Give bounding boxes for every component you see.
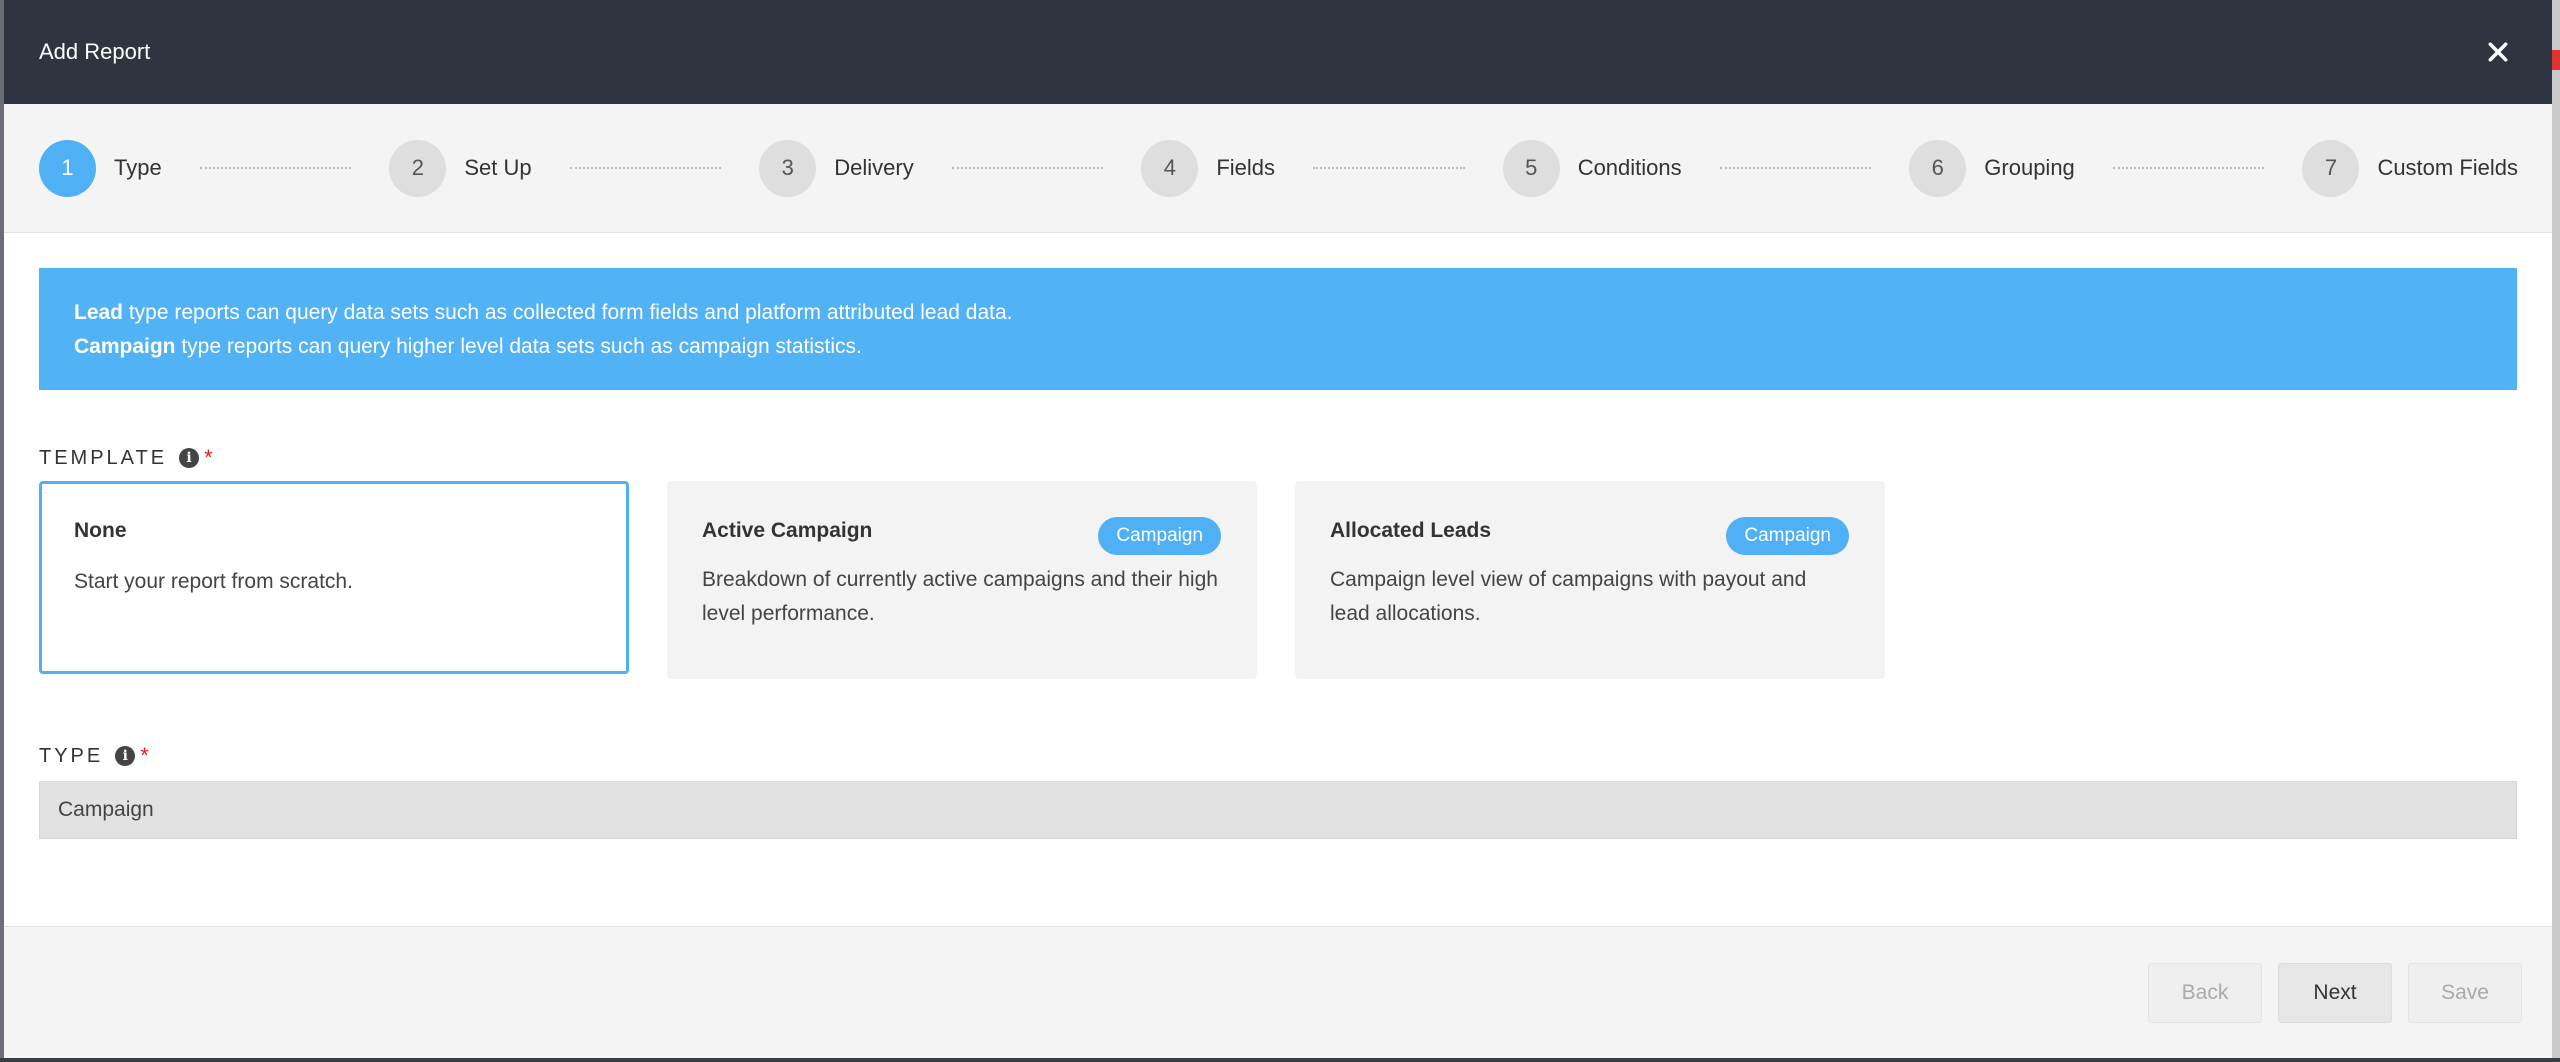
add-report-modal: Add Report 1 Type 2 Set Up 3 Delivery 4 … <box>4 0 2552 1058</box>
next-button[interactable]: Next <box>2278 962 2392 1023</box>
card-description: Campaign level view of campaigns with pa… <box>1330 568 1807 625</box>
info-banner: Lead type reports can query data sets su… <box>39 268 2517 390</box>
type-label: TYPE i * <box>39 743 2517 769</box>
step-custom-fields[interactable]: 7 Custom Fields <box>2302 139 2519 197</box>
step-label: Fields <box>1216 155 1276 180</box>
campaign-badge: Campaign <box>1726 517 1849 555</box>
step-connector <box>1719 167 1872 169</box>
step-number: 5 <box>1502 139 1560 197</box>
step-number: 1 <box>39 139 96 197</box>
template-label: TEMPLATE i * <box>39 445 2517 471</box>
template-card-active-campaign[interactable]: Active Campaign Campaign Breakdown of cu… <box>667 481 1257 679</box>
step-delivery[interactable]: 3 Delivery <box>759 139 914 197</box>
modal-title: Add Report <box>39 39 151 64</box>
info-line-campaign: Campaign type reports can query higher l… <box>74 330 2482 364</box>
template-card-none[interactable]: None Start your report from scratch. <box>39 481 629 674</box>
template-label-text: TEMPLATE <box>39 446 168 469</box>
step-grouping[interactable]: 6 Grouping <box>1909 139 2075 197</box>
step-connector <box>569 167 722 169</box>
step-label: Custom Fields <box>2377 155 2519 180</box>
close-icon <box>2488 42 2508 62</box>
info-icon[interactable]: i <box>179 448 200 468</box>
backdrop <box>0 1058 2560 1062</box>
modal-body: Lead type reports can query data sets su… <box>4 233 2552 839</box>
step-number: 3 <box>759 139 817 197</box>
info-lead-text: type reports can query data sets such as… <box>123 301 1013 324</box>
step-number: 4 <box>1141 139 1199 197</box>
step-number: 7 <box>2302 139 2360 197</box>
info-campaign-text: type reports can query higher level data… <box>175 335 862 358</box>
step-connector <box>1313 167 1465 169</box>
close-button[interactable] <box>2478 32 2518 72</box>
required-mark: * <box>204 445 213 470</box>
modal-header: Add Report <box>4 0 2552 104</box>
step-number: 6 <box>1909 139 1967 197</box>
required-mark: * <box>140 743 149 768</box>
step-fields[interactable]: 4 Fields <box>1141 139 1276 197</box>
type-label-text: TYPE <box>39 744 104 767</box>
card-description: Start your report from scratch. <box>74 570 353 593</box>
campaign-badge: Campaign <box>1098 517 1221 555</box>
info-lead-bold: Lead <box>74 301 124 324</box>
template-options: None Start your report from scratch. Act… <box>39 481 2517 679</box>
step-label: Conditions <box>1577 155 1682 180</box>
step-connector <box>199 167 352 169</box>
modal-footer: Back Next Save <box>4 926 2552 1058</box>
save-button[interactable]: Save <box>2408 962 2522 1023</box>
backdrop <box>2552 0 2560 1062</box>
type-select-value: Campaign <box>58 798 154 821</box>
back-button[interactable]: Back <box>2148 962 2262 1023</box>
step-connector <box>951 167 1104 169</box>
info-icon[interactable]: i <box>115 746 136 766</box>
step-connector <box>2112 167 2265 169</box>
info-line-lead: Lead type reports can query data sets su… <box>74 296 2482 330</box>
info-campaign-bold: Campaign <box>74 335 176 358</box>
template-card-allocated-leads[interactable]: Allocated Leads Campaign Campaign level … <box>1295 481 1885 679</box>
wizard-stepper: 1 Type 2 Set Up 3 Delivery 4 Fields 5 Co… <box>4 104 2552 233</box>
step-conditions[interactable]: 5 Conditions <box>1502 139 1682 197</box>
step-set-up[interactable]: 2 Set Up <box>389 139 532 197</box>
type-select[interactable]: Campaign <box>39 781 2517 839</box>
card-title: None <box>74 519 127 542</box>
step-label: Grouping <box>1984 155 2075 180</box>
step-label: Type <box>114 155 162 180</box>
card-description: Breakdown of currently active campaigns … <box>702 568 1218 625</box>
step-type[interactable]: 1 Type <box>39 139 162 197</box>
step-label: Set Up <box>464 155 532 180</box>
step-label: Delivery <box>834 155 914 180</box>
step-number: 2 <box>389 139 447 197</box>
